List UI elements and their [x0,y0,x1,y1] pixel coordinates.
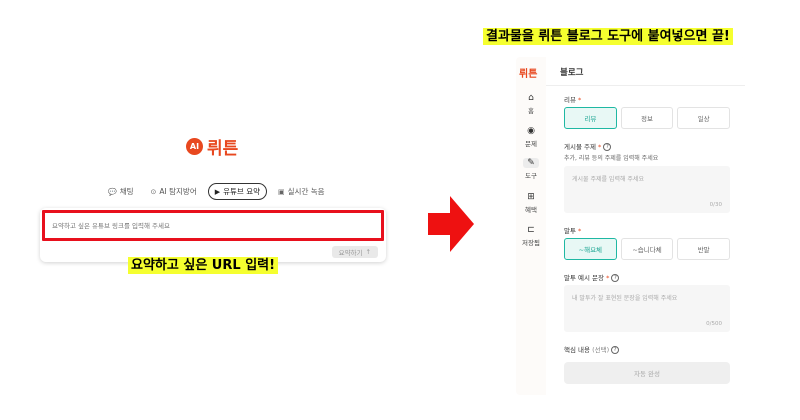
arrow-up-icon: ↑ [365,248,371,256]
chat-icon: 💬 [108,187,117,196]
tone-option-seumnida[interactable]: ~습니다체 [620,238,674,260]
sidebar-item-label: 문제 [525,140,537,148]
recorder-icon: ▣ [278,187,285,196]
tab-label: 유튜브 요약 [223,187,261,196]
tone-example-char-count: 0/500 [706,321,722,327]
tone-selector: ~해요체 ~습니다체 반말 [564,238,731,260]
blog-form: 블로그 리뷰 * 리뷰 정보 일상 게시물 주제 *? 추가, 리뷰 등의 주제… [546,57,745,395]
topic-hint: 추가, 리뷰 등의 주제를 입력해 주세요 [564,155,659,162]
auto-complete-button[interactable]: 자동 완성 [564,362,730,384]
divider [546,85,745,86]
help-icon[interactable]: ? [603,143,612,151]
sidebar-item-home[interactable]: ⌂ 홈 [516,93,546,115]
play-icon: ▶ [214,187,221,196]
sidebar-item-label: 혜택 [525,206,537,214]
topic-placeholder: 게시물 주제를 입력해 주세요 [572,176,644,183]
review-label-text: 리뷰 [564,96,576,104]
review-type-selector: 리뷰 정보 일상 [564,107,731,129]
core-content-label: 핵심 내용 (선택)? [564,344,620,354]
right-arrow-icon [428,196,474,252]
tab-chat[interactable]: 💬 채팅 [102,183,140,200]
tab-youtube-summary[interactable]: ▶ 유튜브 요약 [207,183,268,200]
summarize-button[interactable]: 요약하기 ↑ [331,246,378,258]
review-label: 리뷰 * [564,96,582,104]
sidebar-item-label: 도구 [525,172,537,180]
review-option-info[interactable]: 정보 [620,107,674,129]
tone-example-label-text: 말투 예시 문장 [564,274,605,282]
sidebar-item-saved[interactable]: ⊏ 저장됨 [516,225,546,247]
target-icon: ◉ [527,126,535,136]
page-title: 블로그 [560,68,584,78]
review-option-daily[interactable]: 일상 [677,107,731,129]
tab-live-recording[interactable]: ▣ 실시간 녹음 [272,183,331,200]
sidebar-item-tools[interactable]: ✎ 도구 [516,158,546,180]
summarize-label: 요약하기 [338,249,363,257]
tab-ai-detect-defense[interactable]: ⊙ AI 탐지방어 [144,183,203,200]
sidebar: 뤼튼 ⌂ 홈 ◉ 문제 ✎ 도구 ⊞ 혜택 ⊏ 저장됨 [516,57,546,395]
tone-label-text: 말투 [564,227,576,235]
topic-textarea[interactable]: 게시물 주제를 입력해 주세요 0/30 [564,166,730,213]
help-icon[interactable]: ? [611,346,620,354]
topic-label: 게시물 주제 *? [564,141,612,151]
tone-label: 말투 * [564,227,582,235]
tone-example-textarea[interactable]: 내 말투가 잘 표현된 문장을 입력해 주세요 0/500 [564,285,730,332]
tone-option-banmal[interactable]: 반말 [677,238,731,260]
tone-example-label: 말투 예시 문장 *? [564,272,620,282]
ai-badge-icon: AI [186,138,203,155]
help-icon[interactable]: ? [611,274,620,282]
sidebar-item-problem[interactable]: ◉ 문제 [516,126,546,148]
tab-label: 채팅 [119,187,134,196]
tab-label: 실시간 녹음 [287,187,325,196]
topic-label-text: 게시물 주제 [564,143,596,151]
logo-text: 뤼튼 [207,139,239,159]
bookmark-icon: ⊏ [527,225,535,235]
tone-example-placeholder: 내 말투가 잘 표현된 문장을 입력해 주세요 [572,295,678,302]
topic-char-count: 0/30 [709,202,722,208]
mode-tabs: 💬 채팅 ⊙ AI 탐지방어 ▶ 유튜브 요약 ▣ 실시간 녹음 [102,183,331,200]
sidebar-item-benefits[interactable]: ⊞ 혜택 [516,192,546,214]
shield-icon: ⊙ [150,187,157,196]
magic-wand-icon: ✎ [523,158,539,168]
sidebar-item-label: 저장됨 [522,239,540,247]
youtube-url-input[interactable] [42,210,384,241]
tone-option-haeyo[interactable]: ~해요체 [564,238,617,260]
core-optional-text: (선택) [592,346,610,354]
prompt-box: 요약하기 ↑ [40,208,386,262]
tab-label: AI 탐지방어 [159,187,197,196]
core-label-text: 핵심 내용 [564,346,590,354]
wrtn-blog-tool: 뤼튼 ⌂ 홈 ◉ 문제 ✎ 도구 ⊞ 혜택 ⊏ 저장됨 블로그 리뷰 * 리뷰 [516,57,745,395]
sidebar-item-label: 홈 [528,107,534,115]
annotation-paste-result: 결과물을 뤼튼 블로그 도구에 붙여넣으면 끝! [483,28,733,45]
review-option-review[interactable]: 리뷰 [564,107,617,129]
gift-icon: ⊞ [527,192,535,202]
annotation-input-url: 요약하고 싶은 URL 입력! [128,257,279,274]
sidebar-logo: 뤼튼 [519,69,538,80]
home-icon: ⌂ [528,93,534,103]
wrtn-logo: AI 뤼튼 [186,134,238,159]
